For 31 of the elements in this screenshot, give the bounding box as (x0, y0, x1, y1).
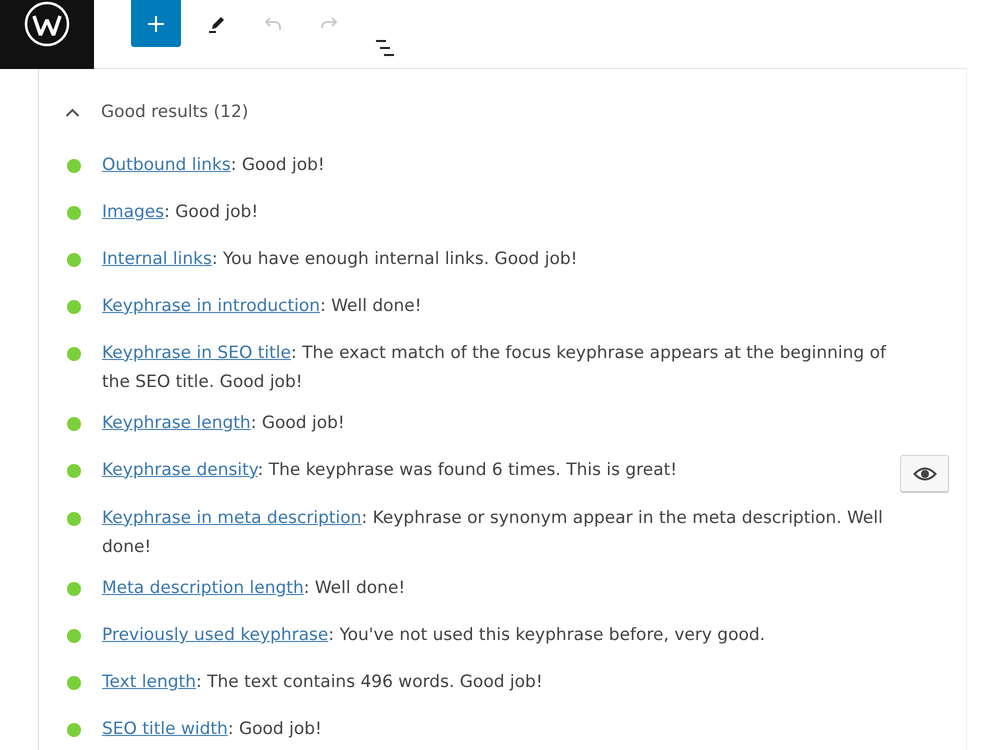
result-text: Images: Good job! (102, 201, 258, 224)
result-text: Meta description length: Well done! (102, 577, 406, 600)
result-link[interactable]: Text length (102, 672, 196, 692)
result-text: Outbound links: Good job! (102, 154, 325, 177)
result-text: Internal links: You have enough internal links. Good job! (102, 248, 578, 271)
result-link[interactable]: Outbound links (102, 155, 231, 175)
result-link[interactable]: Keyphrase in meta description (102, 508, 362, 528)
result-link[interactable]: Internal links (102, 249, 212, 269)
eye-icon (912, 466, 936, 482)
result-text: Text length: The text contains 496 words. Good job! (102, 671, 543, 694)
result-text: Keyphrase in meta description: Keyphrase or synonym appear in the meta description. Well done! (102, 507, 884, 559)
logo-button[interactable] (0, 0, 94, 69)
logo-icon (24, 1, 70, 47)
result-link[interactable]: Keyphrase density (102, 460, 258, 480)
result-link[interactable]: Keyphrase in SEO title (102, 343, 291, 363)
result-link[interactable]: Keyphrase in introduction (102, 296, 320, 316)
result-text: Previously used keyphrase: You've not used this keyphrase before, very good. (102, 624, 766, 647)
result-link[interactable]: Meta description length (102, 578, 304, 598)
result-text: SEO title width: Good job! (102, 718, 322, 741)
result-text: Keyphrase in SEO title: The exact match of the focus keyphrase appears at the beginning of the SEO title. Good job! (102, 342, 888, 394)
result-text: Keyphrase in introduction: Well done! (102, 295, 422, 318)
result-link[interactable]: SEO title width (102, 719, 228, 739)
result-link[interactable]: Images (102, 202, 164, 222)
chevron-up-icon (65, 108, 80, 117)
section-toggle[interactable]: Good results (12) (65, 98, 248, 127)
highlight-button[interactable] (900, 455, 949, 492)
result-link[interactable]: Previously used keyphrase (102, 625, 328, 645)
add-block-button[interactable] (131, 0, 181, 47)
result-text: Keyphrase length: Good job! (102, 412, 345, 435)
result-link[interactable]: Keyphrase length (102, 413, 251, 433)
result-text: Keyphrase density: The keyphrase was found 6 times. This is great! (102, 459, 678, 482)
